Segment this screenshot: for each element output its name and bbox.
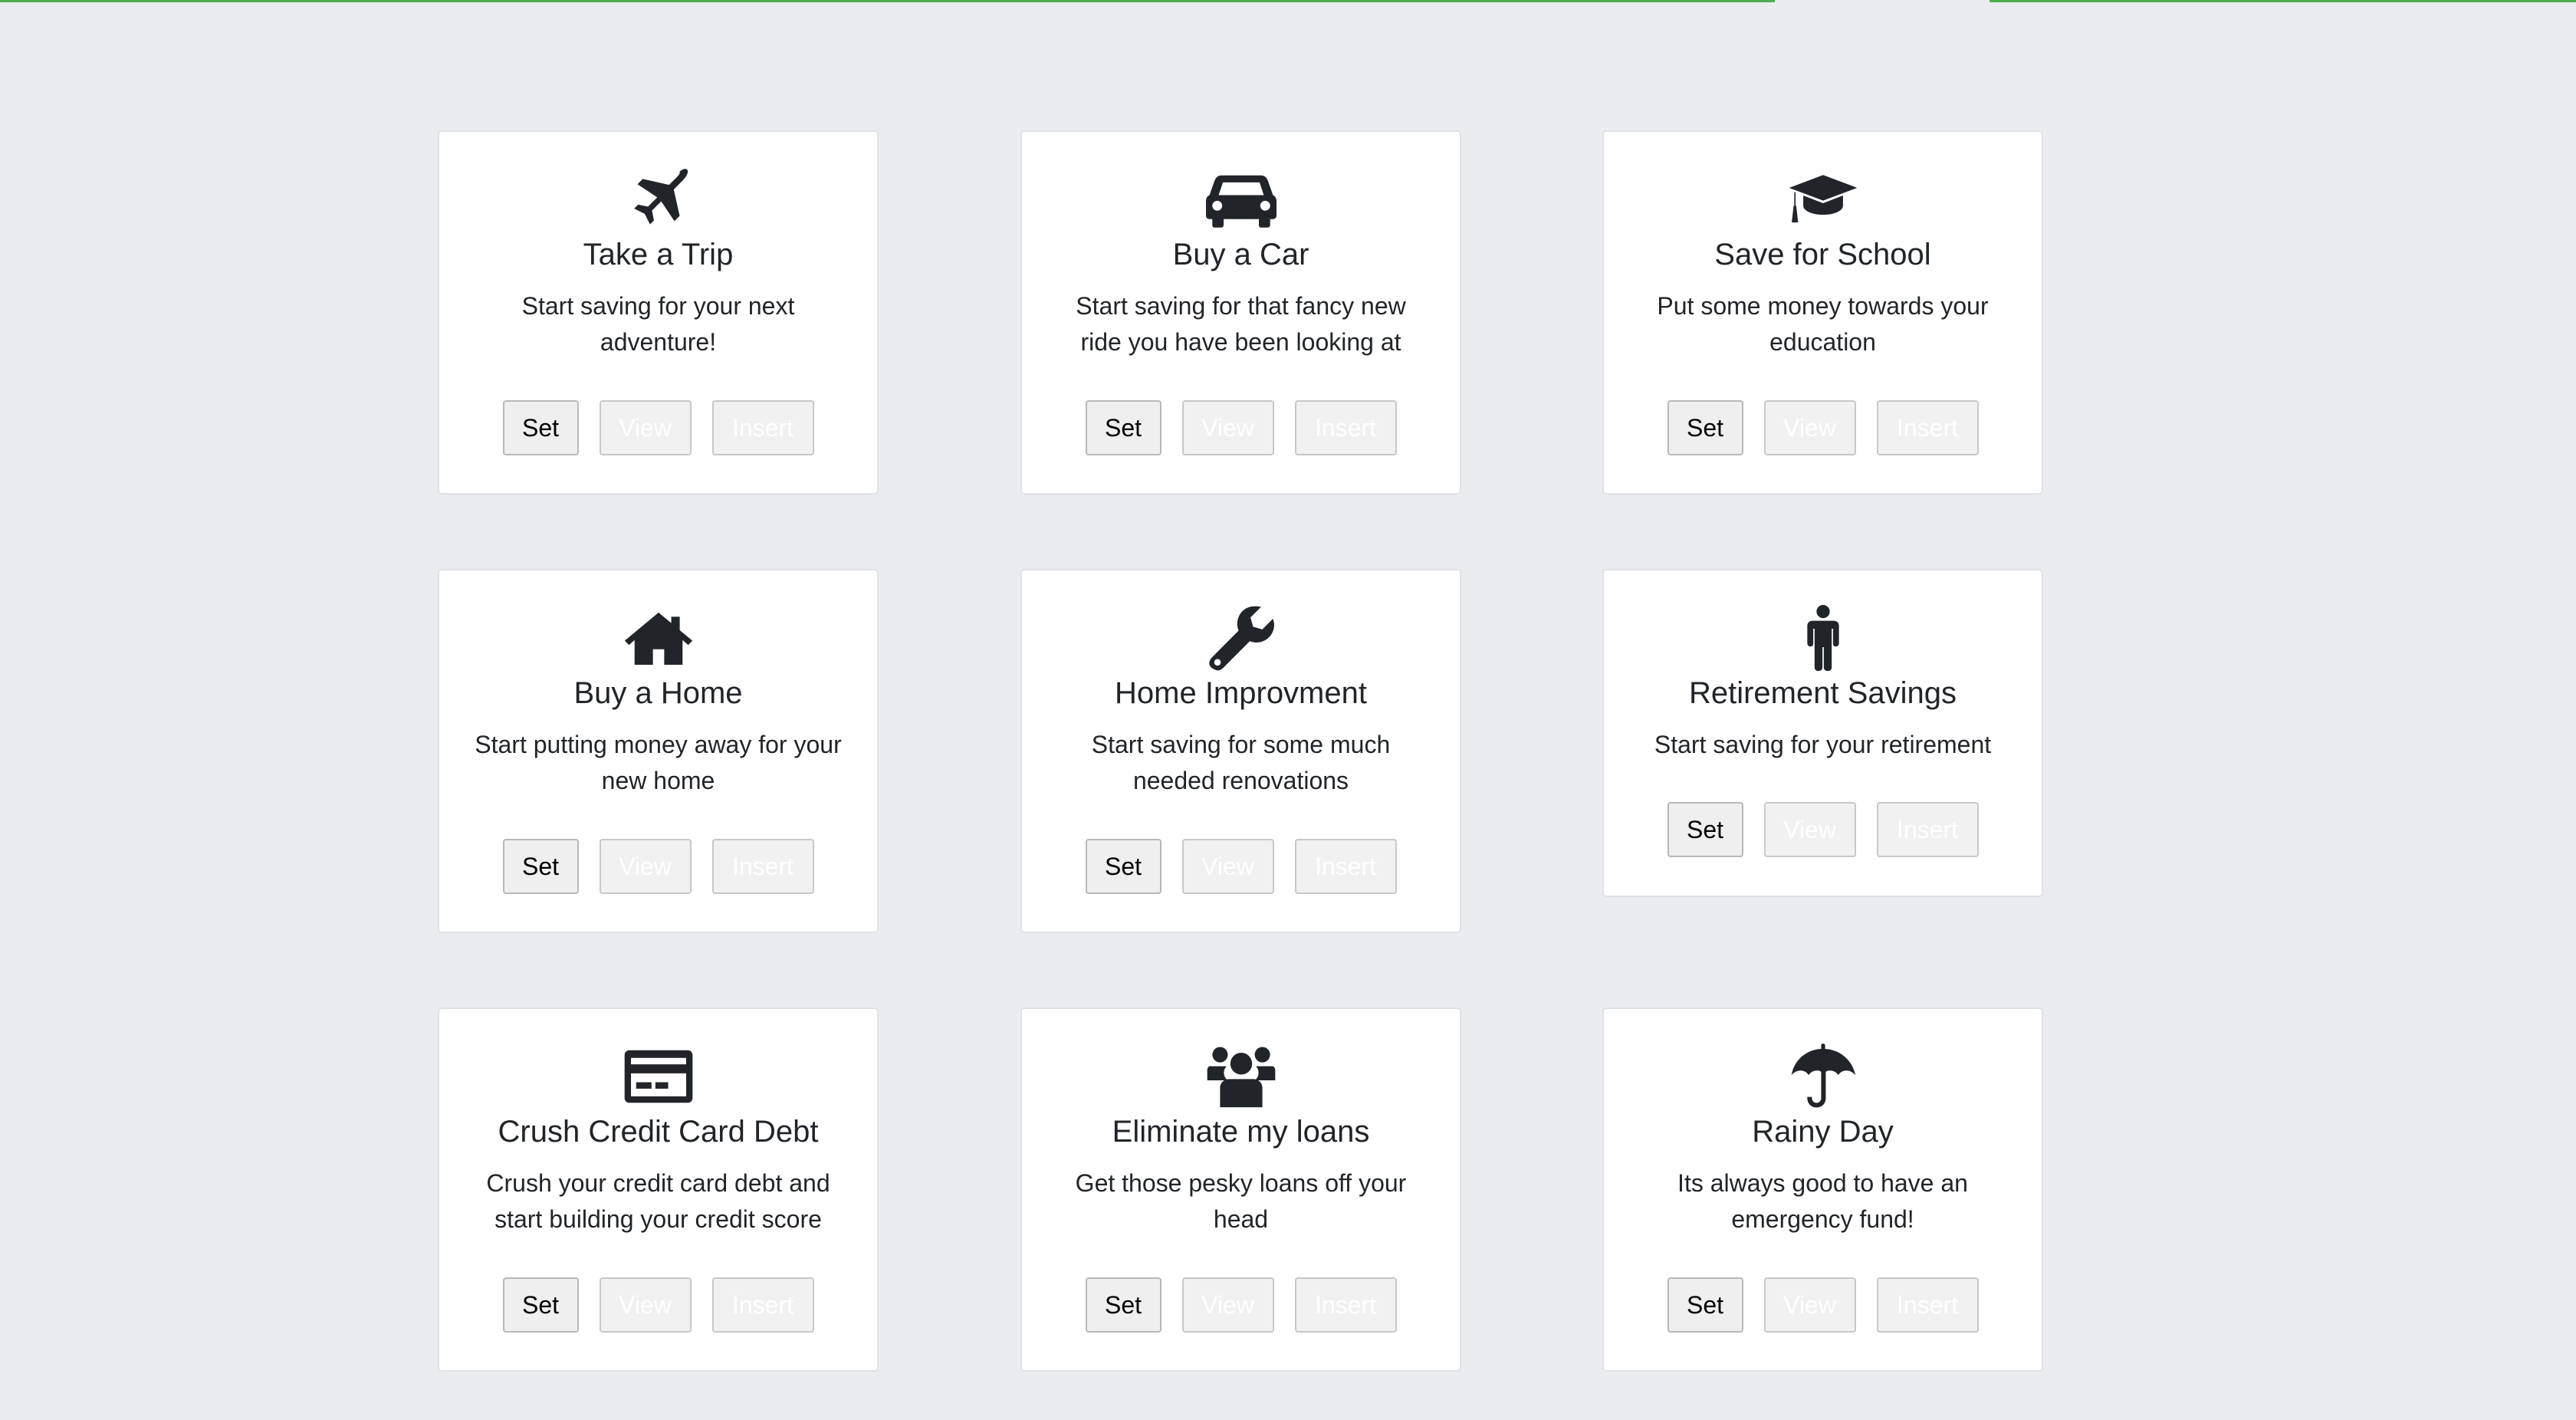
home-icon xyxy=(439,604,877,672)
goals-grid: Take a Trip Start saving for your next a… xyxy=(0,0,2576,1420)
goal-card-home-improvement: Home Improvment Start saving for some mu… xyxy=(1020,569,1461,933)
goal-card-eliminate-my-loans: Eliminate my loans Get those pesky loans… xyxy=(1020,1007,1461,1372)
goal-title: Rainy Day xyxy=(1752,1115,1894,1149)
users-icon xyxy=(1022,1043,1460,1110)
view-button[interactable]: View xyxy=(599,1277,692,1333)
goal-card-buy-a-home: Buy a Home Start putting money away for … xyxy=(438,569,879,933)
goal-description: Put some money towards your education xyxy=(1657,292,1989,356)
goal-card-retirement-savings: Retirement Savings Start saving for your… xyxy=(1602,569,2043,897)
goal-card-rainy-day: Rainy Day Its always good to have an eme… xyxy=(1602,1007,2043,1372)
view-button[interactable]: View xyxy=(1181,400,1274,455)
goal-title: Buy a Car xyxy=(1172,238,1309,271)
goal-description: Start saving for some much needed renova… xyxy=(1091,731,1391,794)
set-button[interactable]: Set xyxy=(1085,1277,1162,1333)
goal-actions: Set View Insert xyxy=(439,1277,877,1333)
goal-actions: Set View Insert xyxy=(1604,1277,2042,1333)
goal-actions: Set View Insert xyxy=(1604,400,2042,455)
goal-description: Start saving for your retirement xyxy=(1654,731,1992,758)
goal-title: Crush Credit Card Debt xyxy=(498,1115,819,1149)
goal-actions: Set View Insert xyxy=(1604,802,2042,857)
insert-button[interactable]: Insert xyxy=(1876,400,1979,455)
insert-button[interactable]: Insert xyxy=(711,839,814,894)
goal-title: Buy a Home xyxy=(573,676,743,710)
insert-button[interactable]: Insert xyxy=(1294,400,1397,455)
insert-button[interactable]: Insert xyxy=(1294,1277,1397,1333)
goal-card-take-a-trip: Take a Trip Start saving for your next a… xyxy=(438,130,879,495)
goal-card-crush-credit-card-debt: Crush Credit Card Debt Crush your credit… xyxy=(438,1007,879,1372)
goal-description: Get those pesky loans off your head xyxy=(1075,1169,1407,1233)
graduation-cap-icon xyxy=(1604,166,2042,233)
goal-title: Take a Trip xyxy=(583,238,734,271)
plane-icon xyxy=(439,166,877,233)
goal-actions: Set View Insert xyxy=(439,839,877,894)
credit-card-icon xyxy=(439,1043,877,1110)
goal-title: Home Improvment xyxy=(1115,676,1367,710)
set-button[interactable]: Set xyxy=(1085,400,1162,455)
set-button[interactable]: Set xyxy=(502,1277,579,1333)
insert-button[interactable]: Insert xyxy=(1876,1277,1979,1333)
insert-button[interactable]: Insert xyxy=(1876,802,1979,857)
goal-description: Crush your credit card debt and start bu… xyxy=(486,1169,830,1233)
set-button[interactable]: Set xyxy=(1085,839,1162,894)
set-button[interactable]: Set xyxy=(502,839,579,894)
view-button[interactable]: View xyxy=(1181,1277,1274,1333)
view-button[interactable]: View xyxy=(1763,1277,1856,1333)
umbrella-icon xyxy=(1604,1043,2042,1110)
goal-title: Eliminate my loans xyxy=(1112,1115,1370,1149)
set-button[interactable]: Set xyxy=(1667,400,1743,455)
goal-actions: Set View Insert xyxy=(1022,1277,1460,1333)
goal-description: Start saving for your next adventure! xyxy=(521,292,795,356)
goal-description: Start putting money away for your new ho… xyxy=(475,731,842,794)
goal-actions: Set View Insert xyxy=(439,400,877,455)
wrench-icon xyxy=(1022,604,1460,672)
car-icon xyxy=(1022,166,1460,233)
view-button[interactable]: View xyxy=(599,400,692,455)
set-button[interactable]: Set xyxy=(502,400,579,455)
view-button[interactable]: View xyxy=(1181,839,1274,894)
goal-description: Start saving for that fancy new ride you… xyxy=(1076,292,1406,356)
goal-description: Its always good to have an emergency fun… xyxy=(1677,1169,1968,1233)
set-button[interactable]: Set xyxy=(1667,1277,1743,1333)
person-icon xyxy=(1604,604,2042,672)
goal-card-buy-a-car: Buy a Car Start saving for that fancy ne… xyxy=(1020,130,1461,495)
goal-title: Retirement Savings xyxy=(1688,676,1957,710)
goal-actions: Set View Insert xyxy=(1022,839,1460,894)
insert-button[interactable]: Insert xyxy=(711,400,814,455)
insert-button[interactable]: Insert xyxy=(1294,839,1397,894)
view-button[interactable]: View xyxy=(1763,802,1856,857)
insert-button[interactable]: Insert xyxy=(711,1277,814,1333)
view-button[interactable]: View xyxy=(599,839,692,894)
goal-card-save-for-school: Save for School Put some money towards y… xyxy=(1602,130,2043,495)
set-button[interactable]: Set xyxy=(1667,802,1743,857)
view-button[interactable]: View xyxy=(1763,400,1856,455)
goal-actions: Set View Insert xyxy=(1022,400,1460,455)
goal-title: Save for School xyxy=(1714,238,1931,271)
